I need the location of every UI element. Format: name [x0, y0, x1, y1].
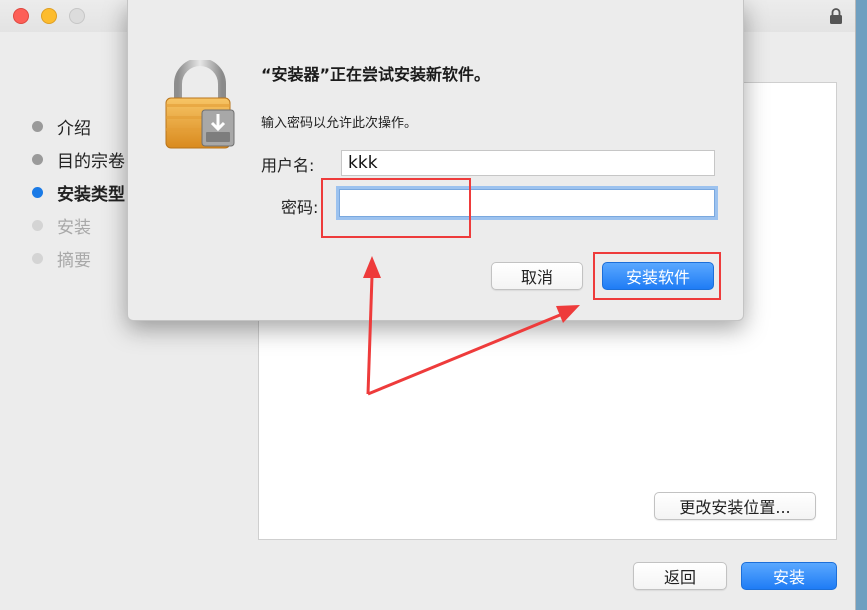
step-bullet: [32, 121, 43, 132]
step-destination: 目的宗卷: [32, 143, 125, 176]
dialog-message: 输入密码以允许此次操作。: [261, 116, 418, 131]
zoom-window-button[interactable]: [69, 8, 85, 24]
password-field[interactable]: [339, 189, 715, 217]
step-bullet: [32, 253, 43, 264]
step-label: 介绍: [57, 119, 91, 139]
step-label: 安装类型: [57, 185, 125, 205]
step-bullet: [32, 220, 43, 231]
step-label: 安装: [57, 218, 91, 238]
lock-icon: [830, 8, 842, 24]
authentication-dialog: “安装器”正在尝试安装新软件。 输入密码以允许此次操作。 用户名: 密码: 取消…: [127, 0, 744, 321]
installer-steps: 介绍 目的宗卷 安装类型 安装 摘要: [32, 110, 125, 275]
password-label: 密码:: [281, 198, 319, 217]
step-introduction: 介绍: [32, 110, 125, 143]
username-label: 用户名:: [261, 156, 315, 175]
minimize-window-button[interactable]: [41, 8, 57, 24]
dialog-title: “安装器”正在尝试安装新软件。: [261, 65, 491, 84]
step-install: 安装: [32, 209, 125, 242]
cancel-button[interactable]: 取消: [491, 262, 583, 290]
step-installation-type: 安装类型: [32, 176, 125, 209]
step-bullet: [32, 154, 43, 165]
close-window-button[interactable]: [13, 8, 29, 24]
step-label: 目的宗卷: [57, 152, 125, 172]
step-bullet: [32, 187, 43, 198]
username-field[interactable]: [341, 150, 715, 176]
installer-lock-icon: [165, 60, 235, 149]
back-button[interactable]: 返回: [633, 562, 727, 590]
install-software-button[interactable]: 安装软件: [602, 262, 714, 290]
step-label: 摘要: [57, 251, 91, 271]
step-summary: 摘要: [32, 242, 125, 275]
install-button[interactable]: 安装: [741, 562, 837, 590]
change-install-location-button[interactable]: 更改安装位置...: [654, 492, 816, 520]
